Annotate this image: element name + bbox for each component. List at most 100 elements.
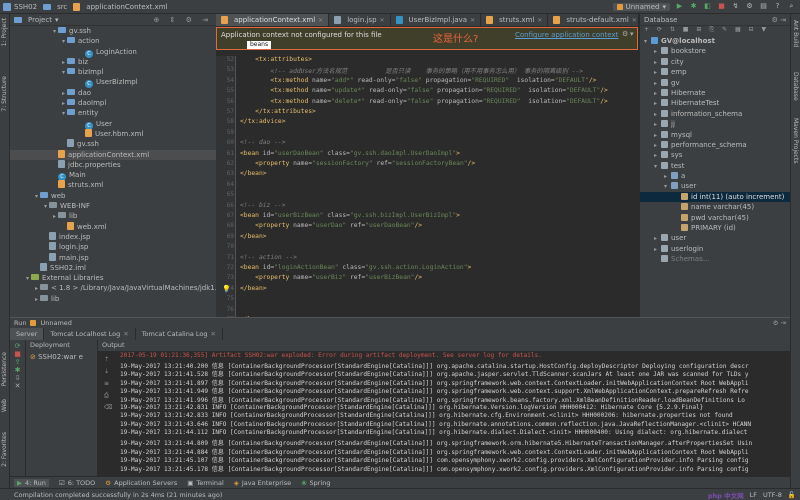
run-icon[interactable]: ▶ bbox=[675, 2, 684, 11]
database-tree-row[interactable]: ▸ userlogin bbox=[640, 244, 790, 254]
code-line[interactable]: <tx:attributes> bbox=[240, 56, 312, 63]
vcs-icon[interactable]: ↯ bbox=[731, 2, 740, 11]
database-tree-row[interactable]: ▸ Hibernate bbox=[640, 88, 790, 98]
panel-options-icon[interactable]: ⚙ ⇥ bbox=[773, 319, 786, 327]
bottom-tool-button[interactable]: ☑ 6: TODO bbox=[59, 479, 95, 487]
database-tree-row[interactable]: ▸ sys bbox=[640, 150, 790, 160]
encoding[interactable]: UTF-8 bbox=[763, 491, 782, 499]
project-tree-row[interactable]: ▸ biz bbox=[10, 57, 216, 67]
project-tree-row[interactable]: C User bbox=[10, 119, 216, 130]
database-tree-row[interactable]: ▸ user bbox=[640, 233, 790, 243]
web-tool-tab[interactable]: Web bbox=[1, 399, 8, 412]
project-tree-row[interactable]: ▾ bizImpl bbox=[10, 67, 216, 77]
project-tree-row[interactable]: applicationContext.xml bbox=[10, 149, 216, 160]
run-tab[interactable]: Tomcat Localhost Log ✕ bbox=[44, 328, 136, 340]
run-tab[interactable]: Tomcat Catalina Log ✕ bbox=[136, 328, 223, 340]
stop-icon[interactable]: ■ bbox=[10, 350, 25, 358]
database-tree-row[interactable]: ▸ a bbox=[640, 171, 790, 181]
editor-tab[interactable]: struts.xml ✕ bbox=[481, 14, 549, 26]
close-icon[interactable]: ✕ bbox=[380, 17, 385, 24]
coverage-icon[interactable]: ◧ bbox=[703, 2, 712, 11]
code-line[interactable]: <!-- action --> bbox=[240, 254, 297, 261]
project-tree-row[interactable]: ▾ action bbox=[10, 36, 216, 46]
close-icon[interactable]: ✕ bbox=[123, 330, 128, 338]
database-tree-row[interactable]: ▸ jj bbox=[640, 119, 790, 129]
maven-tool-tab[interactable]: Maven Projects bbox=[792, 118, 799, 163]
line-separator[interactable]: LF bbox=[750, 491, 757, 499]
help-icon[interactable]: ? bbox=[773, 2, 782, 11]
persistence-tool-tab[interactable]: Persistence bbox=[1, 352, 8, 386]
project-tree-row[interactable]: ▾ External Libraries bbox=[10, 273, 216, 283]
project-tree-row[interactable]: login.jsp bbox=[10, 242, 216, 252]
code-line[interactable]: <tx:method name="add*" read-only="false"… bbox=[240, 77, 596, 84]
panel-options-icon[interactable]: ⊕ ⇕ ⚙ ⇥ bbox=[153, 16, 212, 24]
code-line[interactable]: <tx:method name="update*" read-only="fal… bbox=[240, 87, 607, 94]
debug-icon[interactable]: ✱ bbox=[689, 2, 698, 11]
project-tree-row[interactable]: ▾ entity bbox=[10, 108, 216, 118]
project-tree-row[interactable]: ▸ < 1.8 > /Library/Java/JavaVirtualMachin… bbox=[10, 283, 236, 293]
project-tree-row[interactable]: ▾ WEB-INF bbox=[10, 201, 216, 211]
database-tree-row[interactable]: ▸ HibernateTest bbox=[640, 98, 790, 108]
bottom-tool-button[interactable]: ⚙ Application Servers bbox=[105, 479, 177, 487]
configure-context-link[interactable]: Configure application context bbox=[515, 31, 618, 39]
project-tree-row[interactable]: struts.xml bbox=[10, 180, 216, 190]
stop-icon[interactable]: ■ bbox=[717, 2, 726, 11]
project-tree-row[interactable]: C UserBizImpl bbox=[10, 77, 216, 89]
code-line[interactable]: <property name="userBiz" ref="userBizBea… bbox=[240, 274, 422, 281]
lock-icon[interactable]: 🔓 bbox=[788, 491, 796, 499]
panel-options-icon[interactable]: ⚙ ⇥ bbox=[772, 16, 786, 24]
project-tree-row[interactable]: jdbc.properties bbox=[10, 159, 216, 170]
chevron-down-icon[interactable]: ▾ bbox=[630, 30, 634, 38]
database-tree-row[interactable]: id int(11) (auto increment) bbox=[640, 191, 790, 203]
editor-tab[interactable]: login.jsp ✕ bbox=[329, 14, 391, 26]
code-line[interactable]: <bean id="loginActionBean" class="gv.ssh… bbox=[240, 264, 471, 271]
project-tree-row[interactable]: ▾ gv.ssh bbox=[10, 26, 216, 36]
code-line[interactable]: </bean> bbox=[240, 170, 267, 177]
database-tree-row[interactable]: ▸ information_schema bbox=[640, 109, 790, 119]
project-tree-row[interactable]: C LoginAction bbox=[10, 47, 216, 58]
project-tree-row[interactable]: main.jsp bbox=[10, 252, 216, 263]
console-toolbar[interactable]: ⇡ ⇣ ≡ ⎙ ⌫ bbox=[104, 354, 112, 414]
code-line[interactable]: </bean> bbox=[240, 285, 267, 292]
breadcrumb-project[interactable]: SSH02 bbox=[3, 2, 37, 11]
code-line[interactable]: <property name="sessionFactory" ref="ses… bbox=[240, 160, 475, 167]
database-tree-row[interactable]: ▸ gv bbox=[640, 78, 790, 88]
project-tree-row[interactable]: ▾ web bbox=[10, 191, 216, 201]
bottom-tool-button[interactable]: ▣ Terminal bbox=[187, 479, 224, 487]
code-line[interactable]: </tx:attributes> bbox=[240, 108, 316, 115]
editor-tab[interactable]: UserBizImpl.java ✕ bbox=[391, 14, 482, 26]
database-tree-row[interactable]: ▸ mysql bbox=[640, 130, 790, 140]
database-tree-row[interactable]: ▾ GV@localhost bbox=[640, 36, 790, 46]
close-icon[interactable]: ✕ bbox=[210, 330, 215, 338]
bottom-tool-button[interactable]: ◈ Java Enterprise bbox=[234, 479, 291, 487]
deployment-item[interactable]: ⊘ SSH02:war e bbox=[26, 351, 97, 363]
database-tool-tab[interactable]: Database bbox=[792, 72, 799, 101]
project-tree-row[interactable]: web.xml bbox=[10, 221, 216, 232]
structure-tool-tab[interactable]: 7: Structure bbox=[1, 76, 8, 112]
code-line[interactable]: <!-- addUser方法名规范 是否只读 事务的策略（用不用事务怎么用） 事… bbox=[240, 66, 583, 75]
close-icon[interactable]: ✕ bbox=[470, 17, 475, 24]
project-tree-row[interactable]: ▸ dao bbox=[10, 88, 216, 98]
database-tree-row[interactable]: ▸ bookstore bbox=[640, 46, 790, 56]
database-tree-row[interactable]: pwd varchar(45) bbox=[640, 213, 790, 223]
bottom-tool-button[interactable]: ▶ 4: Run bbox=[14, 478, 49, 487]
favorites-tool-tab[interactable]: 2: Favorites bbox=[1, 432, 8, 467]
project-tree-row[interactable]: C Main bbox=[10, 170, 216, 182]
ant-build-tool-tab[interactable]: Ant Build bbox=[792, 20, 799, 47]
code-line[interactable]: <bean id="userDaoBean" class="gv.ssh.dao… bbox=[240, 150, 460, 157]
code-line[interactable]: <!-- dao --> bbox=[240, 139, 286, 146]
gear-icon[interactable]: ⚙ bbox=[622, 30, 628, 38]
output-console[interactable]: Output 2017-05-19 01:21:36,355] Artifact… bbox=[98, 340, 790, 476]
debug-icon[interactable]: ✱ bbox=[10, 366, 25, 374]
search-icon[interactable]: ⌕ bbox=[787, 2, 796, 11]
breadcrumb-src[interactable]: src bbox=[43, 3, 67, 11]
close-icon[interactable]: ✕ bbox=[537, 17, 542, 24]
database-tree-row[interactable]: name varchar(45) bbox=[640, 202, 790, 212]
code-line[interactable]: <property name="userDao" ref="userDaoBea… bbox=[240, 222, 422, 229]
code-area[interactable]: <tx:attributes> <!-- addUser方法名规范 是否只读 事… bbox=[222, 56, 638, 323]
code-line[interactable]: </tx:advice> bbox=[240, 118, 286, 125]
code-line[interactable]: <tx:method name="delete*" read-only="fal… bbox=[240, 98, 607, 105]
close-icon[interactable]: ✕ bbox=[632, 17, 637, 24]
code-line[interactable]: <!-- biz --> bbox=[240, 202, 286, 209]
expand-arrow-icon[interactable]: ▸ bbox=[33, 295, 40, 305]
